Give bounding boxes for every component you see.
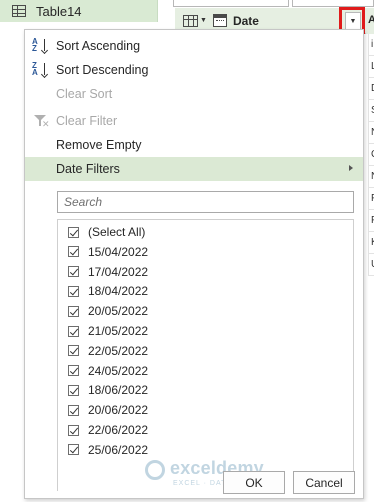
menu-item-label: Remove Empty: [56, 138, 142, 152]
menu-item-label: Date Filters: [56, 162, 120, 176]
ok-button[interactable]: OK: [223, 471, 285, 494]
submenu-arrow-icon: [349, 165, 353, 171]
date-value-item[interactable]: 24/05/2022: [58, 361, 353, 381]
grid-cell[interactable]: N: [368, 122, 374, 144]
value-list[interactable]: (Select All) 15/04/2022 17/04/2022 18/04/20…: [57, 219, 354, 491]
partial-column-cells: iLDSNCNFFKU: [368, 34, 374, 276]
query-item-label: Table14: [36, 3, 82, 19]
grid-cell[interactable]: L: [368, 56, 374, 78]
date-value-item[interactable]: 20/06/2022: [58, 400, 353, 420]
list-item-label: 22/06/2022: [88, 423, 149, 437]
menu-item-clear-filter[interactable]: ✕ Clear Filter: [25, 109, 363, 133]
menu-item-label: Clear Filter: [56, 114, 118, 128]
checkbox[interactable]: [68, 404, 79, 416]
checkbox[interactable]: [68, 424, 79, 436]
cancel-button[interactable]: Cancel: [293, 471, 355, 494]
top-control-right: [292, 0, 374, 7]
grid-cell[interactable]: N: [368, 166, 374, 188]
list-item-label: (Select All): [88, 225, 146, 239]
list-item-label: 24/05/2022: [88, 363, 149, 378]
query-item-table14[interactable]: Table14: [0, 0, 158, 22]
column-title: Date: [232, 13, 259, 28]
date-value-item[interactable]: 15/04/2022: [58, 242, 353, 262]
list-item-label: 22/05/2022: [88, 343, 149, 358]
list-item-label: 17/04/2022: [88, 264, 149, 279]
top-control-left: [173, 0, 289, 7]
calendar-type-icon[interactable]: [212, 14, 227, 27]
list-item-label: 18/06/2022: [88, 383, 149, 398]
checkbox[interactable]: [68, 266, 79, 278]
menu-item-sort-descending[interactable]: ZA Sort Descending: [25, 58, 363, 82]
search-input[interactable]: Search: [57, 191, 354, 213]
grid-cell[interactable]: S: [368, 100, 374, 122]
checkbox[interactable]: [68, 305, 79, 317]
sort-descending-icon: ZA: [32, 62, 48, 78]
grid-cell[interactable]: C: [368, 144, 374, 166]
menu-item-clear-sort[interactable]: Clear Sort: [25, 82, 363, 106]
date-value-item[interactable]: 18/06/2022: [58, 380, 353, 400]
date-value-item[interactable]: 17/04/2022: [58, 262, 353, 282]
checkbox[interactable]: [68, 246, 79, 258]
grid-cell[interactable]: K: [368, 232, 374, 254]
clear-filter-icon: ✕: [32, 113, 50, 129]
column-filter-menu: AZ Sort Ascending ZA Sort Descending Cle…: [24, 29, 364, 499]
date-value-item[interactable]: 20/05/2022: [58, 301, 353, 321]
list-item-label: 21/05/2022: [88, 324, 149, 338]
date-value-item[interactable]: 25/06/2022: [58, 440, 353, 460]
date-value-item[interactable]: 18/04/2022: [58, 281, 353, 301]
sort-ascending-icon: AZ: [32, 38, 48, 54]
checkbox[interactable]: [68, 365, 79, 377]
list-item-label: 18/04/2022: [88, 284, 149, 299]
grid-cell[interactable]: D: [368, 78, 374, 100]
menu-item-label: Clear Sort: [56, 87, 113, 101]
chevron-down-icon[interactable]: ▼: [200, 17, 207, 24]
menu-item-sort-ascending[interactable]: AZ Sort Ascending: [25, 34, 363, 58]
date-value-item[interactable]: 22/05/2022: [58, 341, 353, 361]
checkbox[interactable]: [68, 325, 79, 337]
table-icon: [12, 5, 26, 17]
date-value-item[interactable]: 22/06/2022: [58, 420, 353, 440]
checkbox[interactable]: [68, 285, 79, 297]
menu-item-label: Sort Ascending: [56, 39, 141, 53]
grid-cell[interactable]: U: [368, 254, 374, 276]
menu-item-remove-empty[interactable]: Remove Empty: [25, 133, 363, 157]
table-menu-icon[interactable]: [183, 14, 198, 27]
list-item-label: 15/04/2022: [88, 244, 149, 259]
grid-cell[interactable]: i: [368, 34, 374, 56]
grid-cell[interactable]: F: [368, 210, 374, 232]
list-item-label: 20/05/2022: [88, 304, 149, 319]
date-value-item[interactable]: 21/05/2022: [58, 321, 353, 341]
list-item-label: 25/06/2022: [88, 442, 149, 457]
checkbox[interactable]: [68, 226, 79, 238]
checkbox[interactable]: [68, 345, 79, 357]
next-column-header[interactable]: A: [366, 8, 374, 34]
grid-cell[interactable]: F: [368, 188, 374, 210]
menu-item-label: Sort Descending: [56, 63, 149, 77]
menu-item-date-filters[interactable]: Date Filters: [25, 157, 363, 181]
select-all-item[interactable]: (Select All): [58, 222, 353, 242]
checkbox[interactable]: [68, 384, 79, 396]
list-item-label: 20/06/2022: [88, 403, 149, 418]
checkbox[interactable]: [68, 444, 79, 456]
